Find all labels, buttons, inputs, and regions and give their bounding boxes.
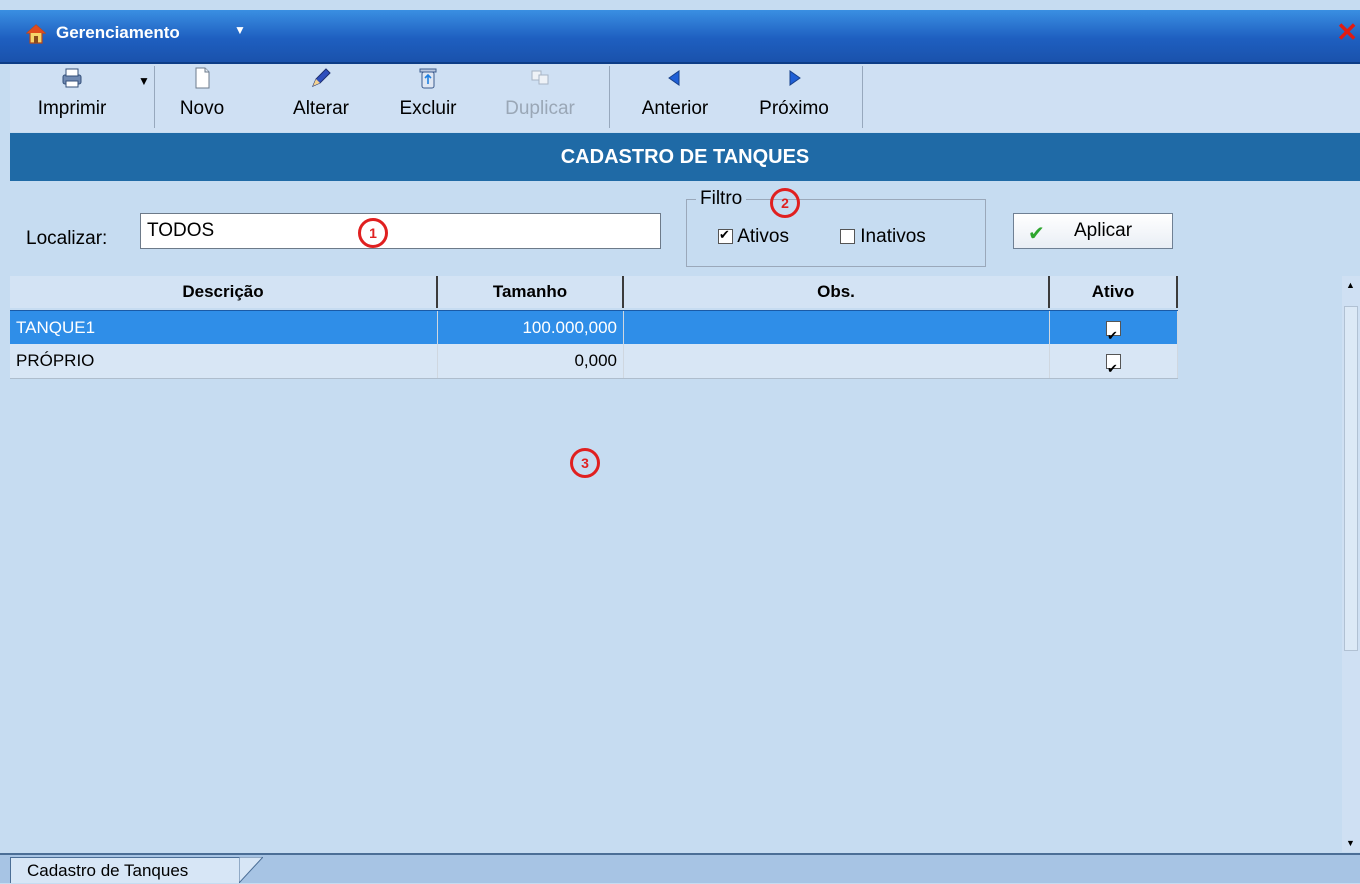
- table-row-proprio[interactable]: PRÓPRIO 0,000: [10, 344, 1178, 379]
- delete-button[interactable]: Excluir: [388, 66, 468, 120]
- cell-descricao: TANQUE1: [10, 311, 438, 345]
- annotation-marker-2: 2: [770, 188, 800, 218]
- home-icon: [26, 24, 46, 44]
- delete-button-label: Excluir: [399, 98, 457, 119]
- filter-legend: Filtro: [696, 188, 747, 210]
- filter-inactive-option[interactable]: Inativos: [840, 226, 926, 248]
- new-document-icon: [195, 67, 210, 89]
- annotation-marker-1: 1: [358, 218, 388, 248]
- ativo-checkbox[interactable]: [1106, 319, 1121, 345]
- search-input[interactable]: [140, 213, 661, 249]
- apply-button-label: Aplicar: [1074, 220, 1133, 241]
- previous-button-label: Anterior: [641, 98, 709, 119]
- title-menu-chevron-icon[interactable]: ▼: [234, 23, 246, 37]
- column-header-tamanho[interactable]: Tamanho: [438, 276, 624, 308]
- duplicate-button[interactable]: Duplicar: [492, 66, 588, 120]
- print-button[interactable]: Imprimir: [18, 66, 126, 120]
- column-header-ativo[interactable]: Ativo: [1050, 276, 1178, 308]
- window-title[interactable]: Gerenciamento: [56, 23, 180, 43]
- cell-descricao: PRÓPRIO: [10, 344, 438, 378]
- filter-active-option[interactable]: Ativos: [718, 226, 789, 248]
- cell-obs: [624, 311, 1050, 345]
- apply-button[interactable]: ✔ Aplicar: [1013, 213, 1173, 249]
- page-title: CADASTRO DE TANQUES: [10, 133, 1360, 181]
- annotation-marker-3: 3: [570, 448, 600, 478]
- cell-ativo: [1050, 311, 1178, 345]
- cell-tamanho: 100.000,000: [438, 311, 624, 345]
- scroll-down-icon[interactable]: ▼: [1346, 838, 1355, 848]
- pencil-icon: [312, 68, 331, 87]
- checkmark-icon: ✔: [1028, 223, 1045, 245]
- tab-edge-decoration: [239, 857, 263, 883]
- scroll-up-icon[interactable]: ▲: [1346, 280, 1355, 290]
- search-label: Localizar:: [26, 228, 108, 249]
- new-button-label: Novo: [179, 98, 225, 119]
- edit-button[interactable]: Alterar: [282, 66, 360, 120]
- window-title-bar[interactable]: Gerenciamento ▼ ✕: [0, 10, 1360, 64]
- scrollbar-thumb[interactable]: [1344, 306, 1358, 651]
- filter-active-label: Ativos: [737, 226, 789, 247]
- filter-active-checkbox[interactable]: [718, 227, 733, 245]
- column-header-obs[interactable]: Obs.: [624, 276, 1050, 308]
- grid-vertical-scrollbar[interactable]: ▲ ▼: [1342, 276, 1360, 852]
- print-dropdown-chevron-icon[interactable]: ▼: [138, 74, 150, 88]
- duplicate-icon: [531, 70, 549, 85]
- arrow-right-icon: [789, 70, 801, 86]
- edit-button-label: Alterar: [293, 98, 349, 119]
- cell-tamanho: 0,000: [438, 344, 624, 378]
- arrow-left-icon: [668, 70, 680, 86]
- new-button[interactable]: Novo: [172, 66, 232, 120]
- cell-ativo: [1050, 344, 1178, 378]
- status-bar: Cadastro de Tanques: [0, 853, 1360, 883]
- tab-cadastro-de-tanques[interactable]: Cadastro de Tanques: [10, 857, 240, 883]
- column-header-descricao[interactable]: Descrição: [10, 276, 438, 308]
- filter-inactive-label: Inativos: [860, 226, 926, 247]
- duplicate-button-label: Duplicar: [505, 98, 575, 119]
- table-row-tanque1[interactable]: TANQUE1 100.000,000: [10, 310, 1178, 345]
- close-button[interactable]: ✕: [1336, 19, 1358, 45]
- previous-button[interactable]: Anterior: [630, 66, 720, 120]
- printer-icon: [62, 68, 82, 88]
- cell-obs: [624, 344, 1050, 378]
- print-button-label: Imprimir: [37, 98, 107, 119]
- next-button-label: Próximo: [759, 98, 829, 119]
- recycle-bin-icon: [419, 68, 437, 89]
- next-button[interactable]: Próximo: [746, 66, 842, 120]
- filter-inactive-checkbox[interactable]: [840, 229, 855, 245]
- ativo-checkbox[interactable]: [1106, 352, 1121, 378]
- toolbar: Imprimir ▼ Novo Alterar Excluir Duplicar: [10, 64, 1360, 132]
